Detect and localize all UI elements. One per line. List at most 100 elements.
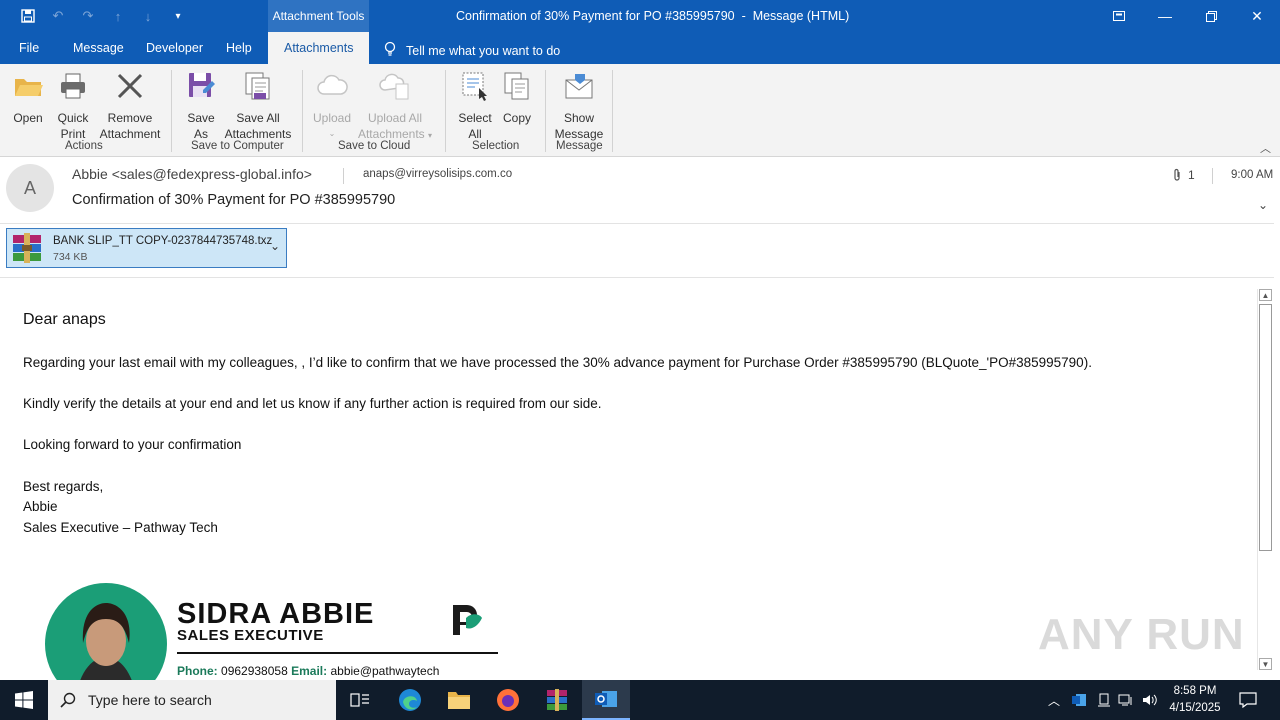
tray-outlook-icon[interactable] (1068, 680, 1090, 720)
firefox-icon (497, 689, 519, 711)
lightbulb-icon (384, 41, 396, 60)
body-paragraph-1: Regarding your last email with my collea… (23, 355, 1092, 370)
edge-icon (399, 689, 421, 711)
network-icon[interactable] (1116, 680, 1136, 720)
close-button[interactable]: ✕ (1234, 0, 1280, 32)
task-view-button[interactable] (336, 680, 384, 720)
taskbar-search[interactable]: Type here to search (48, 680, 336, 720)
save-all-label-1: Save All (236, 111, 280, 125)
attachment-item[interactable]: BANK SLIP_TT COPY-0237844735748.txz 734 … (6, 228, 287, 268)
file-explorer-button[interactable] (435, 680, 483, 720)
start-button[interactable] (0, 680, 48, 720)
save-as-label-1: Save (187, 111, 215, 125)
ribbon-tabs: File Message Developer Help Attachments … (0, 32, 1280, 64)
save-icon[interactable] (18, 6, 38, 26)
redo-icon[interactable]: ↷ (78, 6, 98, 26)
header-divider (1212, 168, 1213, 184)
header-separator (0, 223, 1274, 224)
sender-address[interactable]: Abbie <sales@fedexpress-global.info> (72, 166, 312, 182)
attachment-dropdown-icon[interactable]: ⌄ (270, 239, 280, 253)
upload-label: Upload (312, 111, 352, 125)
group-label-selection: Selection (472, 140, 520, 152)
copy-button[interactable]: Copy (499, 70, 535, 126)
recipient-address[interactable]: anaps@virreysolisips.com.co (363, 168, 512, 180)
title-bar: ↶ ↷ ↑ ↓ ▾ Attachment Tools Confirmation … (0, 0, 1280, 32)
taskbar-clock[interactable]: 8:58 PM 4/15/2025 (1166, 683, 1224, 717)
restore-button[interactable] (1188, 0, 1234, 32)
show-message-label-1: Show (563, 111, 595, 125)
signature-rule (177, 652, 498, 654)
tab-developer[interactable]: Developer (146, 41, 203, 55)
cloud-upload-all-icon (379, 73, 409, 100)
cloud-icon (317, 74, 348, 95)
body-paragraph-3: Looking forward to your confirmation (23, 437, 242, 452)
open-button[interactable]: Open (8, 70, 48, 126)
tell-me-box[interactable]: Tell me what you want to do (384, 41, 560, 60)
group-divider (545, 70, 546, 152)
tab-message[interactable]: Message (73, 41, 124, 55)
save-all-icon (245, 72, 270, 100)
upload-all-label-1: Upload All (367, 111, 423, 125)
group-divider (302, 70, 303, 152)
attachment-count-value: 1 (1188, 168, 1195, 182)
body-scrollbar[interactable]: ▲ ▼ (1257, 289, 1272, 670)
closing: Best regards, (23, 479, 104, 494)
upload-all-button[interactable]: Upload All Attachments ▾ (355, 70, 435, 144)
previous-item-icon[interactable]: ↑ (108, 6, 128, 26)
envelope-icon (565, 74, 593, 99)
select-all-button[interactable]: Select All (455, 70, 495, 142)
ribbon-display-icon[interactable] (1096, 0, 1142, 32)
expand-header-icon[interactable]: ⌄ (1258, 198, 1268, 212)
ribbon: Open Quick Print Remove Attachment Actio… (0, 64, 1280, 157)
remove-label-2: Attachment (99, 127, 161, 141)
collapse-ribbon-icon[interactable]: ︿ (1260, 140, 1271, 156)
attachment-name: BANK SLIP_TT COPY-0237844735748.txz (53, 235, 273, 247)
group-label-actions: Actions (65, 140, 103, 152)
signature-contact: Phone: 0962938058 Email: abbie@pathwayte… (177, 664, 439, 678)
winrar-button[interactable] (533, 680, 581, 720)
tab-attachments[interactable]: Attachments (268, 32, 370, 64)
taskbar: Type here to search ︿ 8:58 PM 4/15/2025 (0, 680, 1280, 720)
group-divider (445, 70, 446, 152)
upload-all-dropdown-icon: ▾ (428, 131, 433, 140)
windows-icon (15, 691, 33, 709)
archive-file-icon (13, 233, 41, 263)
edge-button[interactable] (386, 680, 434, 720)
body-paragraph-2: Kindly verify the details at your end an… (23, 396, 602, 411)
context-tab-group: Attachment Tools (268, 0, 369, 32)
outlook-icon (595, 691, 617, 707)
show-message-button[interactable]: Show Message (554, 70, 604, 142)
next-item-icon[interactable]: ↓ (138, 6, 158, 26)
scroll-down-icon[interactable]: ▼ (1259, 658, 1272, 670)
undo-icon[interactable]: ↶ (48, 6, 68, 26)
remove-x-icon (117, 73, 143, 99)
show-hidden-icons[interactable]: ︿ (1044, 680, 1064, 720)
winrar-icon (547, 689, 567, 711)
search-placeholder: Type here to search (88, 692, 212, 708)
tray-device-icon[interactable] (1094, 680, 1114, 720)
group-label-save-to-computer: Save to Computer (191, 140, 284, 152)
tab-file[interactable]: File (19, 41, 39, 55)
volume-icon[interactable] (1140, 680, 1160, 720)
minimize-button[interactable]: — (1142, 0, 1188, 32)
copy-icon (504, 72, 529, 100)
select-all-label-1: Select (458, 111, 492, 125)
attachment-size: 734 KB (53, 251, 88, 263)
quick-print-button[interactable]: Quick Print (52, 70, 94, 142)
printer-icon (61, 73, 85, 99)
remove-attachment-button[interactable]: Remove Attachment (96, 70, 164, 142)
window-controls: — ✕ (1096, 0, 1280, 32)
customize-qat-icon[interactable]: ▾ (168, 6, 188, 26)
email-label: Email: (291, 664, 328, 678)
save-as-button[interactable]: Save As (183, 70, 219, 142)
outlook-button[interactable] (582, 680, 630, 720)
save-all-attachments-button[interactable]: Save All Attachments (223, 70, 293, 142)
firefox-button[interactable] (484, 680, 532, 720)
tab-help[interactable]: Help (226, 41, 252, 55)
upload-button[interactable]: Upload ⌄ (311, 70, 353, 142)
scroll-up-icon[interactable]: ▲ (1259, 289, 1272, 301)
scroll-thumb[interactable] (1259, 304, 1272, 551)
notifications-icon[interactable] (1236, 680, 1260, 720)
folder-icon (448, 692, 470, 709)
copy-label: Copy (502, 111, 531, 125)
